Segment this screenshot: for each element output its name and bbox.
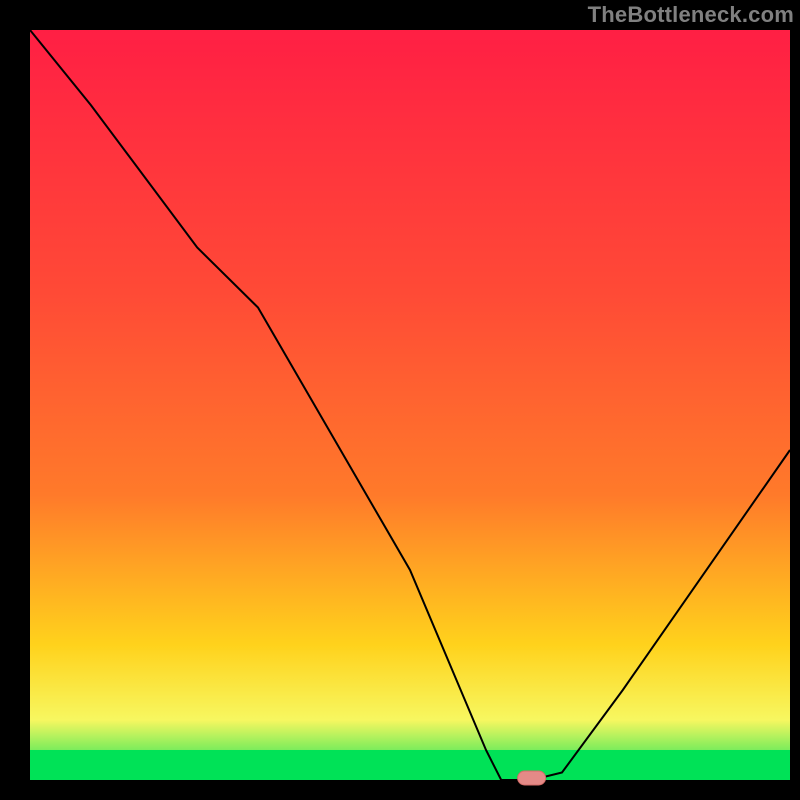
green-band (30, 750, 790, 780)
chart-container: TheBottleneck.com (0, 0, 800, 800)
plot-background (30, 30, 790, 780)
watermark-text: TheBottleneck.com (588, 2, 794, 28)
optimal-marker (518, 771, 546, 785)
chart-svg (0, 0, 800, 800)
